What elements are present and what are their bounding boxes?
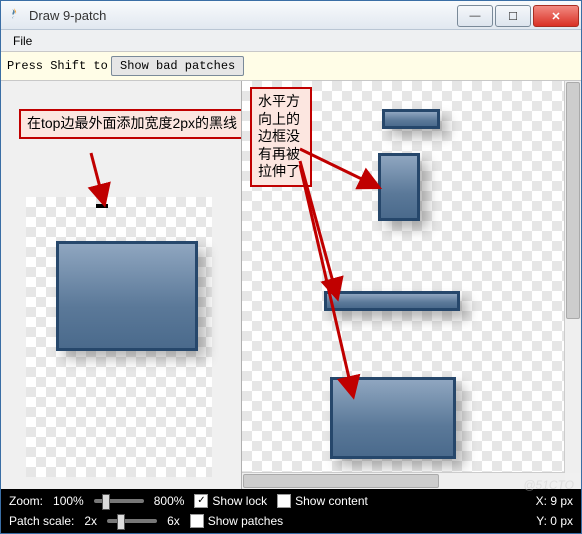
nine-patch-source-image[interactable] [56, 241, 198, 351]
show-content-label: Show content [295, 494, 368, 508]
titlebar[interactable]: Draw 9-patch — ☐ ✕ [1, 1, 581, 30]
cursor-y: Y: 0 px [536, 514, 573, 528]
show-lock-label: Show lock [212, 494, 267, 508]
zoom-slider[interactable] [94, 499, 144, 503]
preview-shape-4 [330, 377, 456, 459]
statusbar: Zoom: 100% 800% ✓Show lock Show content … [1, 489, 581, 533]
workarea: 在top边最外面添加宽度2px的黑线 水平方向上的边框没有再被拉伸了 [1, 81, 581, 489]
annotation-top-line-text: 在top边最外面添加宽度2px的黑线 [27, 115, 237, 131]
preview-shape-2 [378, 153, 420, 221]
editor-pane[interactable]: 在top边最外面添加宽度2px的黑线 [1, 81, 242, 489]
preview-pane[interactable]: 水平方向上的边框没有再被拉伸了 [242, 81, 581, 489]
preview-shape-3 [324, 291, 460, 311]
preview-vertical-scrollbar[interactable] [564, 81, 581, 473]
show-content-checkbox[interactable]: Show content [277, 494, 368, 508]
menu-file[interactable]: File [5, 32, 40, 50]
watermark: @51CTO [523, 478, 574, 492]
patch-scale-label: Patch scale: [9, 514, 74, 528]
maximize-button[interactable]: ☐ [495, 5, 531, 27]
show-bad-patches-button[interactable]: Show bad patches [111, 56, 244, 76]
toolbar: Press Shift to er Show bad patches [1, 52, 581, 81]
close-button[interactable]: ✕ [533, 5, 579, 27]
scrollbar-thumb[interactable] [243, 474, 439, 488]
patch-scale-max: 6x [167, 514, 180, 528]
java-app-icon [7, 7, 23, 23]
show-patches-checkbox[interactable]: Show patches [190, 514, 283, 528]
window-buttons: — ☐ ✕ [457, 3, 581, 27]
patch-scale-slider[interactable] [107, 519, 157, 523]
show-patches-label: Show patches [208, 514, 283, 528]
show-lock-checkbox[interactable]: ✓Show lock [194, 494, 267, 508]
annotation-top-line: 在top边最外面添加宽度2px的黑线 [19, 109, 242, 139]
toolbar-hint: Press Shift to er [7, 59, 111, 73]
scrollbar-thumb[interactable] [566, 82, 580, 319]
annotation-no-stretch-text: 水平方向上的边框没有再被拉伸了 [258, 93, 300, 179]
cursor-x: X: 9 px [536, 494, 573, 508]
minimize-button[interactable]: — [457, 5, 493, 27]
zoom-min: 100% [53, 494, 84, 508]
annotation-no-stretch: 水平方向上的边框没有再被拉伸了 [250, 87, 312, 187]
preview-horizontal-scrollbar[interactable] [242, 472, 565, 489]
zoom-label: Zoom: [9, 494, 43, 508]
app-window: Draw 9-patch — ☐ ✕ File Press Shift to e… [0, 0, 582, 534]
window-title: Draw 9-patch [29, 8, 457, 23]
patch-scale-min: 2x [84, 514, 97, 528]
preview-shape-1 [382, 109, 440, 129]
menubar: File [1, 30, 581, 52]
zoom-max: 800% [154, 494, 185, 508]
nine-patch-top-marker [96, 204, 108, 208]
